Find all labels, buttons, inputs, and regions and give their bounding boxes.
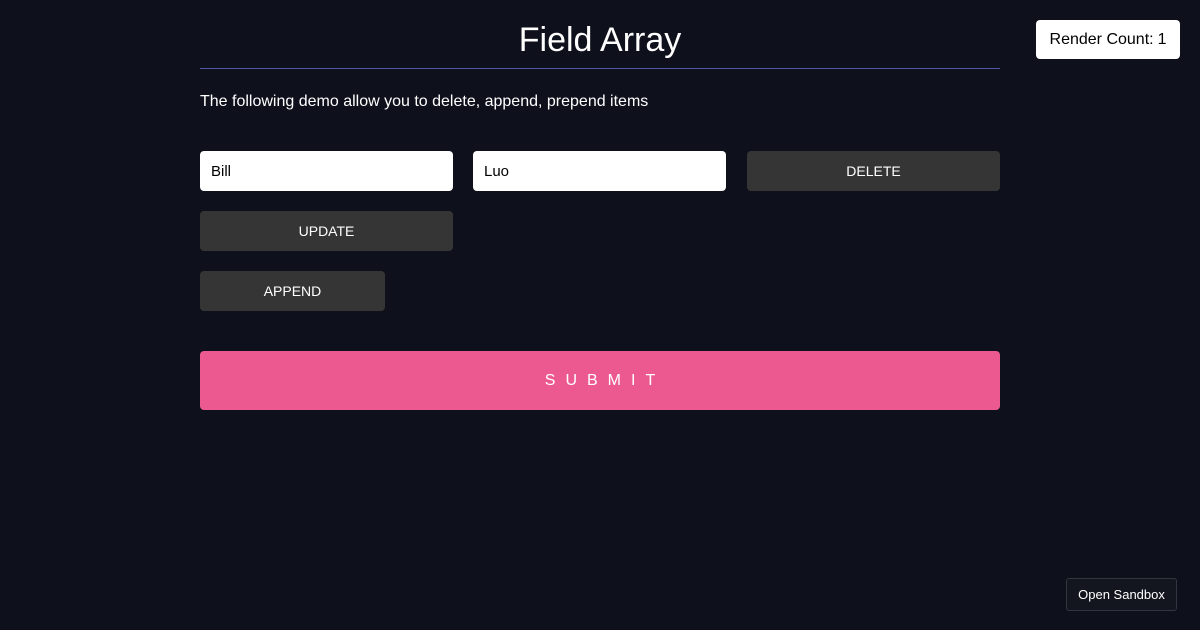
delete-button[interactable]: DELETE: [747, 151, 1000, 191]
submit-button[interactable]: SUBMIT: [200, 351, 1000, 410]
append-button[interactable]: APPEND: [200, 271, 385, 311]
render-count-label: Render Count:: [1049, 30, 1154, 48]
render-count-badge: Render Count: 1: [1036, 20, 1180, 59]
page: Render Count: 1 Field Array The followin…: [0, 0, 1200, 630]
main-container: Field Array The following demo allow you…: [200, 0, 1000, 410]
page-title: Field Array: [200, 0, 1000, 69]
render-count-value: 1: [1157, 30, 1167, 48]
update-button[interactable]: UPDATE: [200, 211, 453, 251]
first-name-input[interactable]: [200, 151, 453, 191]
last-name-input[interactable]: [473, 151, 726, 191]
open-sandbox-button[interactable]: Open Sandbox: [1066, 578, 1177, 611]
page-description: The following demo allow you to delete, …: [200, 93, 649, 110]
